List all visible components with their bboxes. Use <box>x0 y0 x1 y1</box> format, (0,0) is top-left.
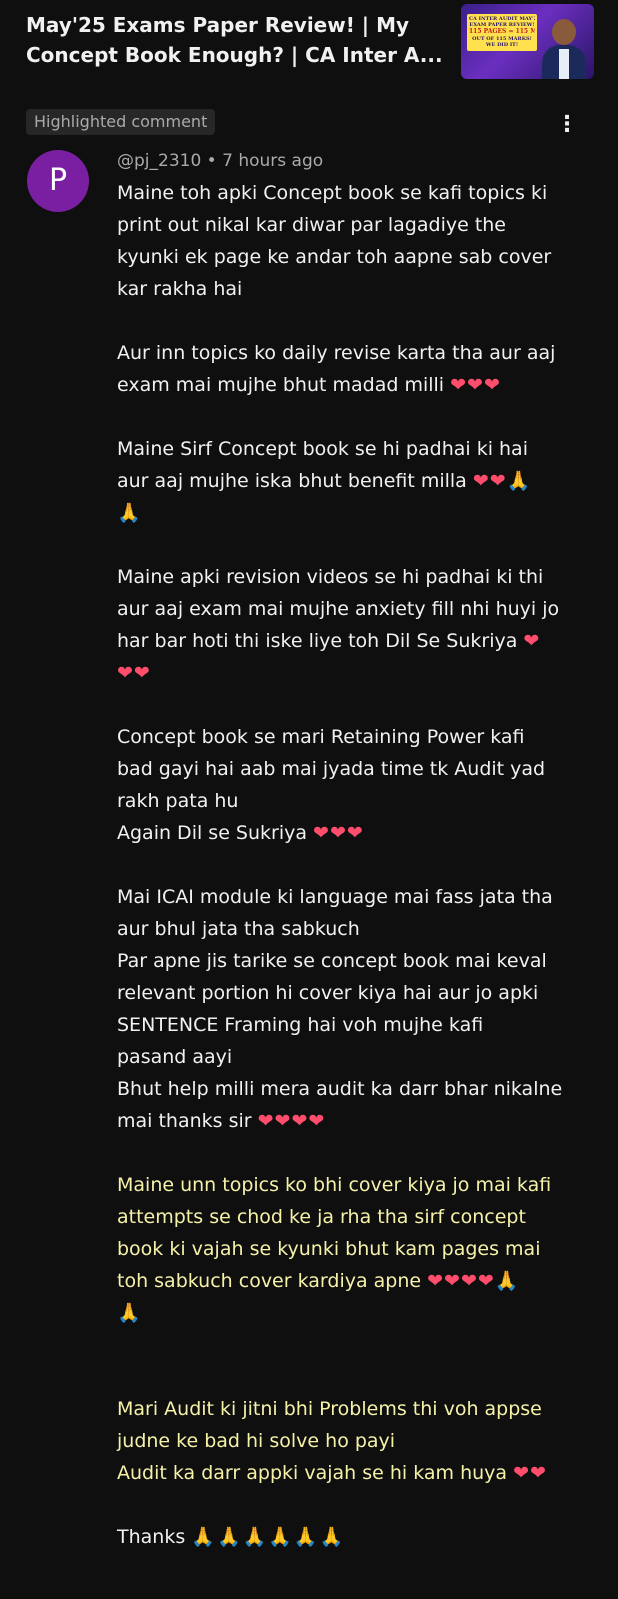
comment-line: Aur inn topics ko daily revise karta tha… <box>117 342 556 364</box>
thumbnail-text-5: WE DID IT! <box>485 42 519 48</box>
heart-emoji-icon: ❤❤❤❤ <box>257 1110 326 1132</box>
comment-paragraph-1: Maine toh apki Concept book se kafi topi… <box>117 177 577 305</box>
comment-paragraph-9: Thanks 🙏🙏🙏🙏🙏🙏 <box>117 1521 577 1553</box>
comment-line: aur aaj mujhe iska bhut benefit milla ❤❤… <box>117 465 577 497</box>
comment-line: kar rakha hai <box>117 278 243 300</box>
thumbnail-caption: CA INTER AUDIT MAY'25 EXAM PAPER REVIEW!… <box>467 14 537 51</box>
video-title-line-1: May'25 Exams Paper Review! | My <box>26 13 410 37</box>
comment-line: relevant portion hi cover kiya hai aur j… <box>117 982 539 1004</box>
comment-line-text: har bar hoti thi iske liye toh Dil Se Su… <box>117 630 518 652</box>
heart-emoji-icon: ❤❤ <box>117 662 151 684</box>
comment-line: toh sabkuch cover kardiya apne ❤❤❤❤🙏 <box>117 1265 577 1297</box>
comment-line: Par apne jis tarike se concept book mai … <box>117 950 547 972</box>
comment-line: Maine unn topics ko bhi cover kiya jo ma… <box>117 1174 552 1196</box>
comment-line: attempts se chod ke ja rha tha sirf conc… <box>117 1206 526 1228</box>
comment-line: Concept book se mari Retaining Power kaf… <box>117 726 525 748</box>
comment-line: 🙏 <box>117 497 577 529</box>
heart-emoji-icon: ❤❤❤ <box>450 374 501 396</box>
comment-line: exam mai mujhe bhut madad milli ❤❤❤ <box>117 369 577 401</box>
pray-emoji-icon: 🙏 <box>117 502 143 524</box>
thumbnail-presenter <box>542 13 586 79</box>
comment-paragraph-4: Maine apki revision videos se hi padhai … <box>117 561 577 689</box>
comment-line: SENTENCE Framing hai voh mujhe kafi <box>117 1014 484 1036</box>
comment-paragraph-5: Concept book se mari Retaining Power kaf… <box>117 721 577 849</box>
comment-line: judne ke bad hi solve ho payi <box>117 1430 396 1452</box>
comment-line: mai thanks sir ❤❤❤❤ <box>117 1105 577 1137</box>
heart-emoji-icon: ❤❤ <box>472 470 507 492</box>
comment-line: ❤❤ <box>117 657 577 689</box>
thumbnail-text-3: 115 PAGES = 115 MARKS <box>469 28 535 35</box>
comment-line: print out nikal kar diwar par lagadiye t… <box>117 214 506 236</box>
video-title[interactable]: May'25 Exams Paper Review! | My Concept … <box>26 10 446 70</box>
comment-paragraph-7: Maine unn topics ko bhi cover kiya jo ma… <box>117 1169 577 1329</box>
comment-line: Maine Sirf Concept book se hi padhai ki … <box>117 438 528 460</box>
comment-line: aur aaj exam mai mujhe anxiety fill nhi … <box>117 598 560 620</box>
comment-line-text: mai thanks sir <box>117 1110 252 1132</box>
comment-line: Bhut help milli mera audit ka darr bhar … <box>117 1078 563 1100</box>
comment-line: pasand aayi <box>117 1046 233 1068</box>
comment-line-text: exam mai mujhe bhut madad milli <box>117 374 445 396</box>
comment-meta: @pj_2310 • 7 hours ago <box>117 150 323 172</box>
meta-separator: • <box>201 151 223 171</box>
comment-line: kyunki ek page ke andar toh aapne sab co… <box>117 246 552 268</box>
comment-paragraph-2: Aur inn topics ko daily revise karta tha… <box>117 337 577 401</box>
comment-line: 🙏 <box>117 1297 577 1329</box>
comment-line: Thanks 🙏🙏🙏🙏🙏🙏 <box>117 1521 577 1553</box>
heart-emoji-icon: ❤❤ <box>513 1462 547 1484</box>
highlighted-comment-badge: Highlighted comment <box>26 109 216 135</box>
comment-line: rakh pata hu <box>117 790 239 812</box>
video-title-line-2: Concept Book Enough? | CA Inter A... <box>26 43 443 67</box>
pray-emoji-icon: 🙏 <box>117 1302 143 1324</box>
video-header[interactable]: May'25 Exams Paper Review! | My Concept … <box>0 0 618 92</box>
comment-paragraph-8: Mari Audit ki jitni bhi Problems thi voh… <box>117 1393 577 1489</box>
comment-author[interactable]: @pj_2310 <box>117 151 201 171</box>
comment-line: Maine apki revision videos se hi padhai … <box>117 566 544 588</box>
comment-line: Maine toh apki Concept book se kafi topi… <box>117 182 548 204</box>
comment-line-text: Again Dil se Sukriya <box>117 822 307 844</box>
video-thumbnail[interactable]: CA INTER AUDIT MAY'25 EXAM PAPER REVIEW!… <box>461 4 594 79</box>
comment-line: Again Dil se Sukriya ❤❤❤ <box>117 817 577 849</box>
comment-line: har bar hoti thi iske liye toh Dil Se Su… <box>117 625 577 657</box>
pray-emoji-icon: 🙏🙏🙏🙏🙏🙏 <box>191 1526 346 1548</box>
comment-line: aur bhul jata tha sabkuch <box>117 918 360 940</box>
comment-time: 7 hours ago <box>222 151 324 171</box>
pray-emoji-icon: 🙏 <box>494 1270 521 1292</box>
heart-emoji-icon: ❤❤❤ <box>313 822 364 844</box>
heart-emoji-icon: ❤❤❤❤ <box>427 1270 495 1292</box>
comment-text: Maine toh apki Concept book se kafi topi… <box>117 177 577 1553</box>
comment-line: Audit ka darr appki vajah se hi kam huya… <box>117 1457 577 1489</box>
heart-emoji-icon: ❤ <box>523 630 541 652</box>
comment-line-text: aur aaj mujhe iska bhut benefit milla <box>117 470 467 492</box>
comment-line-text: toh sabkuch cover kardiya apne <box>117 1270 422 1292</box>
comment-paragraph-3: Maine Sirf Concept book se hi padhai ki … <box>117 433 577 529</box>
comment-line: Mai ICAI module ki language mai fass jat… <box>117 886 553 908</box>
comment-paragraph-6: Mai ICAI module ki language mai fass jat… <box>117 881 577 1137</box>
presenter-shirt <box>559 49 569 79</box>
comment-line: book ki vajah se kyunki bhut kam pages m… <box>117 1238 541 1260</box>
pray-emoji-icon: 🙏 <box>506 470 533 492</box>
comment-line-text: Thanks <box>117 1526 186 1548</box>
comment-line: bad gayi hai aab mai jyada time tk Audit… <box>117 758 546 780</box>
comment-line-text: Audit ka darr appki vajah se hi kam huya <box>117 1462 508 1484</box>
more-options-icon[interactable]: ⋮ <box>556 112 578 138</box>
avatar[interactable]: P <box>27 150 89 212</box>
comment-line: Mari Audit ki jitni bhi Problems thi voh… <box>117 1398 542 1420</box>
presenter-head <box>552 19 576 45</box>
